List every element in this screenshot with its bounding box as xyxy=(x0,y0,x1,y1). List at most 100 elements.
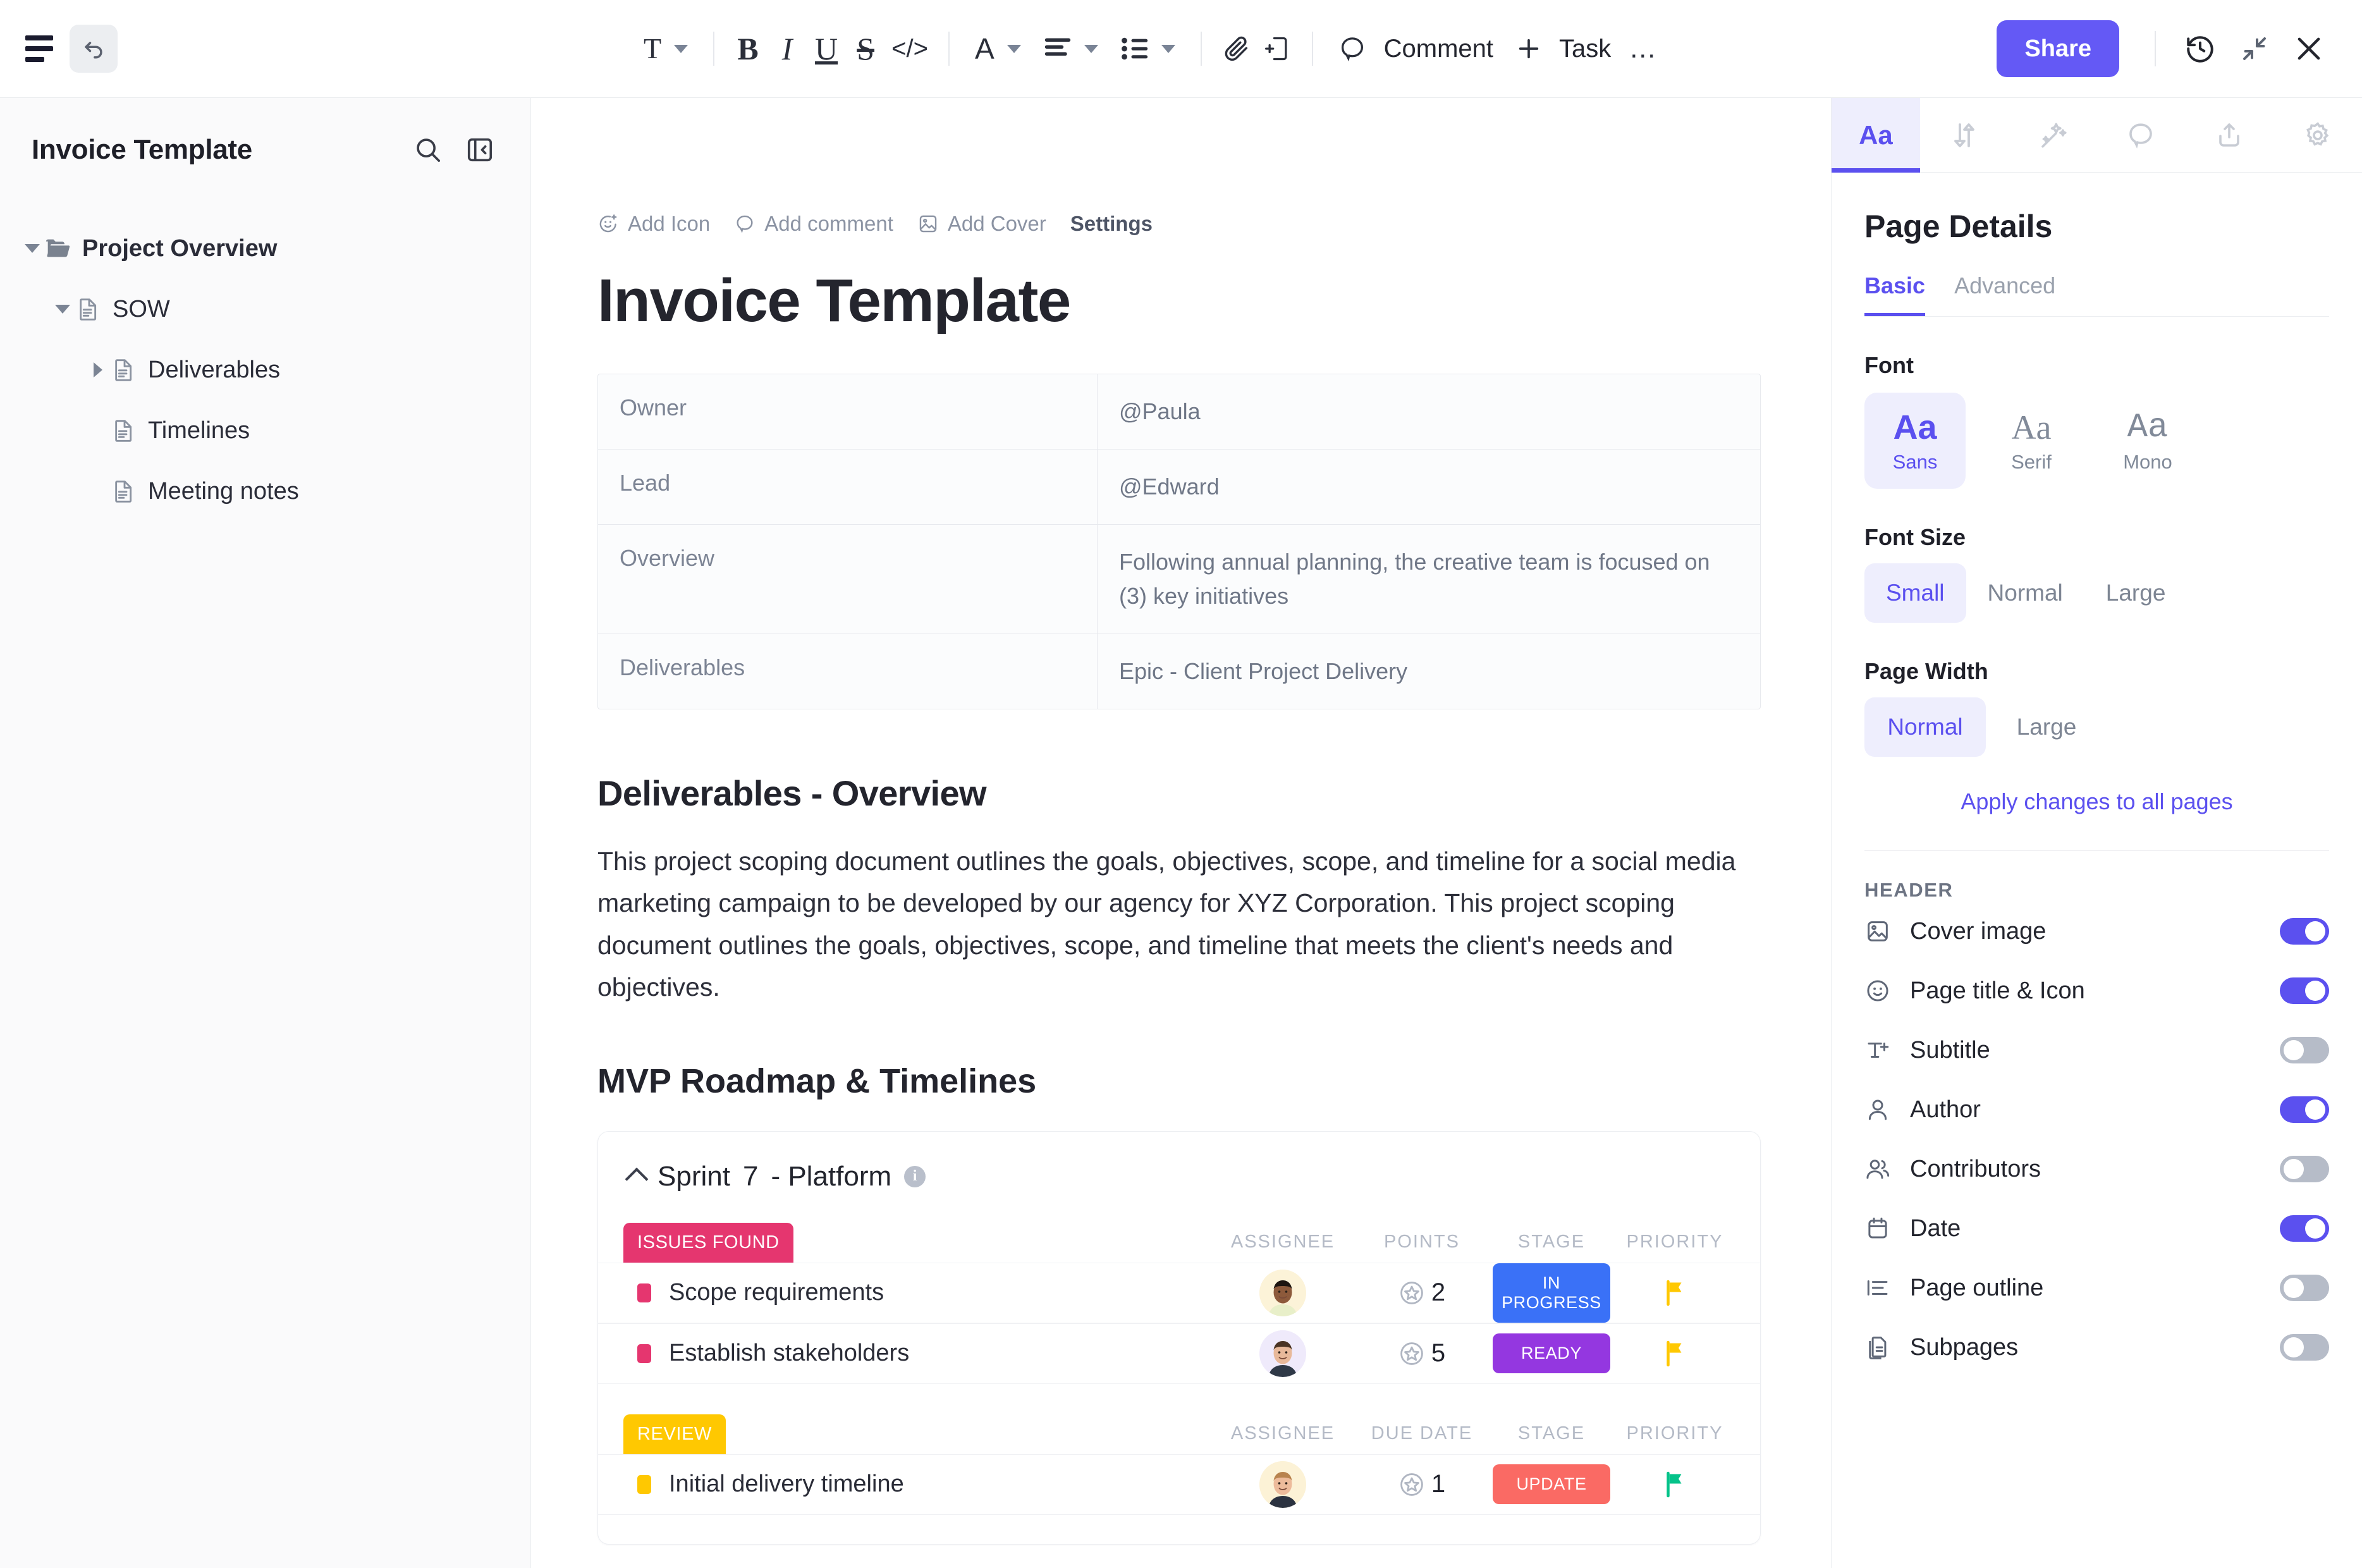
toggle-row-date[interactable]: Date xyxy=(1864,1199,2329,1258)
font-size-normal[interactable]: Normal xyxy=(1966,563,2084,623)
toggle-row-page-title-icon[interactable]: Page title & Icon xyxy=(1864,961,2329,1020)
task-priority[interactable] xyxy=(1615,1340,1735,1367)
toolbar-divider xyxy=(1311,32,1313,66)
task-button[interactable]: Task xyxy=(1505,26,1622,71)
toggle-switch[interactable] xyxy=(2280,1275,2329,1301)
add-page-button[interactable] xyxy=(1257,26,1298,71)
sidebar-item-sow[interactable]: SOW xyxy=(0,279,530,340)
assignee-avatar[interactable] xyxy=(1210,1269,1355,1316)
close-icon[interactable] xyxy=(2284,23,2334,74)
text-style-button[interactable]: T xyxy=(632,26,699,71)
more-options-button[interactable]: … xyxy=(1622,26,1664,71)
chevron-up-icon[interactable] xyxy=(625,1167,649,1191)
task-points[interactable]: 5 xyxy=(1355,1339,1488,1368)
panel-collapse-icon[interactable] xyxy=(461,131,499,169)
tab-settings[interactable] xyxy=(2273,98,2362,172)
task-priority[interactable] xyxy=(1615,1280,1735,1306)
attach-link-button[interactable] xyxy=(1216,26,1257,71)
font-size-small[interactable]: Small xyxy=(1864,563,1966,623)
toggle-switch[interactable] xyxy=(2280,1215,2329,1242)
status-badge[interactable]: REVIEW xyxy=(623,1414,726,1454)
align-button[interactable] xyxy=(1032,26,1110,71)
sprint-title-suffix: - Platform xyxy=(771,1160,892,1192)
task-priority[interactable] xyxy=(1615,1471,1735,1498)
collapse-arrows-icon[interactable] xyxy=(2229,23,2280,74)
share-button[interactable]: Share xyxy=(1997,20,2119,77)
list-button[interactable] xyxy=(1110,26,1187,71)
toggle-switch[interactable] xyxy=(2280,1156,2329,1182)
page-width-normal[interactable]: Normal xyxy=(1864,697,1986,757)
task-points[interactable]: 1 xyxy=(1355,1470,1488,1498)
task-status-dot xyxy=(637,1283,651,1302)
panel-title: Page Details xyxy=(1864,209,2053,244)
search-icon[interactable] xyxy=(409,131,447,169)
task-stage[interactable]: IN PROGRESS xyxy=(1488,1263,1615,1323)
bold-button[interactable]: B xyxy=(728,26,768,71)
italic-button[interactable]: I xyxy=(768,26,807,71)
tab-share[interactable] xyxy=(2185,98,2273,172)
chevron-down-icon[interactable] xyxy=(21,244,43,253)
toggle-row-page-outline[interactable]: Page outline xyxy=(1864,1258,2329,1318)
font-option-sans[interactable]: Aa Sans xyxy=(1864,393,1966,489)
tab-ai[interactable] xyxy=(2009,98,2097,172)
toggle-row-contributors[interactable]: Contributors xyxy=(1864,1139,2329,1199)
sidebar-item-project-overview[interactable]: Project Overview xyxy=(0,218,530,279)
code-button[interactable]: </> xyxy=(885,26,934,71)
subtab-basic[interactable]: Basic xyxy=(1864,273,1926,316)
tab-font[interactable]: Aa xyxy=(1832,98,1920,173)
table-cell-value[interactable]: Following annual planning, the creative … xyxy=(1098,525,1760,634)
add-cover-button[interactable]: Add Cover xyxy=(917,212,1046,236)
strikethrough-button[interactable]: S xyxy=(846,26,885,71)
subtab-advanced[interactable]: Advanced xyxy=(1954,273,2055,316)
chevron-right-icon[interactable] xyxy=(87,362,109,377)
toggle-switch[interactable] xyxy=(2280,1334,2329,1361)
task-stage[interactable]: READY xyxy=(1488,1333,1615,1374)
toggle-row-cover-image[interactable]: Cover image xyxy=(1864,902,2329,961)
chevron-down-icon[interactable] xyxy=(52,305,73,314)
status-badge[interactable]: ISSUES FOUND xyxy=(623,1222,793,1263)
font-option-mono[interactable]: Aa Mono xyxy=(2097,393,2198,489)
font-option-serif[interactable]: Aa Serif xyxy=(1981,393,2082,489)
task-stage[interactable]: UPDATE xyxy=(1488,1464,1615,1505)
task-row[interactable]: Establish stakeholders 5 READY xyxy=(598,1323,1760,1384)
sprint-header[interactable]: Sprint 7 - Platform i xyxy=(598,1155,1760,1192)
task-row[interactable]: Scope requirements 2 IN PROGRESS xyxy=(598,1262,1760,1323)
sidebar-item-deliverables[interactable]: Deliverables xyxy=(0,340,530,400)
task-points[interactable]: 2 xyxy=(1355,1278,1488,1307)
chevron-down-icon xyxy=(1161,44,1175,53)
assignee-avatar[interactable] xyxy=(1210,1330,1355,1377)
comment-button[interactable]: Comment xyxy=(1327,26,1505,71)
toggle-row-subtitle[interactable]: Subtitle xyxy=(1864,1020,2329,1080)
toggle-label: Cover image xyxy=(1910,917,2047,945)
toggle-row-subpages[interactable]: Subpages xyxy=(1864,1318,2329,1377)
toggle-row-author[interactable]: Author xyxy=(1864,1080,2329,1139)
tab-relationships[interactable] xyxy=(1920,98,2009,172)
undo-icon[interactable] xyxy=(70,25,118,73)
assignee-avatar[interactable] xyxy=(1210,1461,1355,1508)
task-row[interactable]: Initial delivery timeline 1 UPDATE xyxy=(598,1454,1760,1515)
font-color-button[interactable]: A xyxy=(964,26,1032,71)
table-cell-value[interactable]: Epic - Client Project Delivery xyxy=(1098,634,1760,709)
sidebar-item-timelines[interactable]: Timelines xyxy=(0,400,530,461)
add-comment-button[interactable]: Add comment xyxy=(734,212,893,236)
history-clock-icon[interactable] xyxy=(2175,23,2225,74)
info-icon[interactable]: i xyxy=(904,1165,926,1187)
apply-changes-link[interactable]: Apply changes to all pages xyxy=(1864,788,2329,815)
smiley-plus-icon xyxy=(599,214,617,233)
toggle-switch[interactable] xyxy=(2280,1096,2329,1123)
stage-pill: READY xyxy=(1493,1333,1610,1374)
add-icon-button[interactable]: Add Icon xyxy=(597,212,710,236)
toggle-label: Subtitle xyxy=(1910,1036,1990,1063)
toggle-switch[interactable] xyxy=(2280,977,2329,1004)
settings-button[interactable]: Settings xyxy=(1070,212,1153,236)
hamburger-icon[interactable] xyxy=(25,32,58,65)
toggle-switch[interactable] xyxy=(2280,1037,2329,1063)
font-size-large[interactable]: Large xyxy=(2084,563,2188,623)
tab-comments[interactable] xyxy=(2096,98,2185,172)
toggle-switch[interactable] xyxy=(2280,918,2329,945)
table-cell-value[interactable]: @Edward xyxy=(1098,450,1760,524)
table-cell-value[interactable]: @Paula xyxy=(1098,374,1760,449)
sidebar-item-meeting-notes[interactable]: Meeting notes xyxy=(0,461,530,522)
page-width-large[interactable]: Large xyxy=(1986,697,2107,757)
underline-button[interactable]: U xyxy=(807,26,846,71)
